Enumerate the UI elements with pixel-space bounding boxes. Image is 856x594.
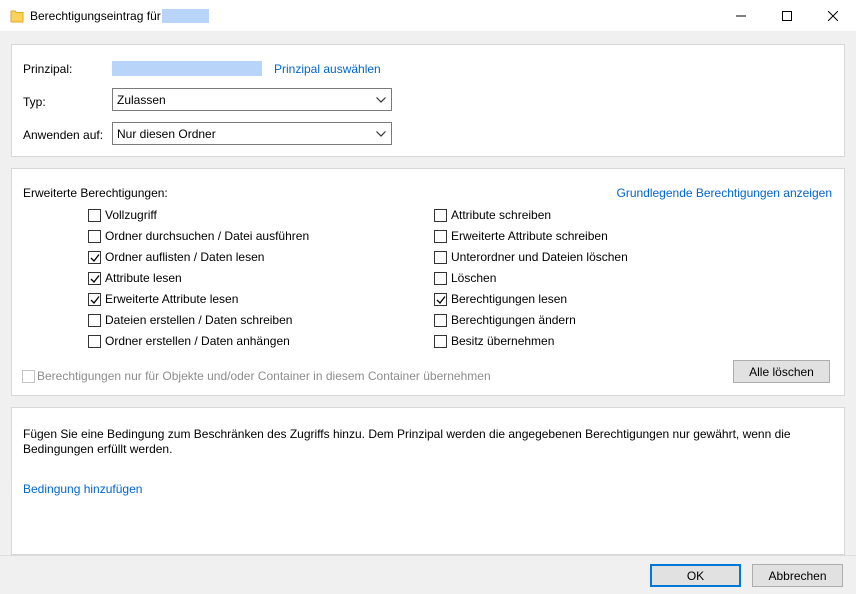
permission-checkbox-left-3[interactable] [88, 251, 101, 264]
permission-checkbox-right-2[interactable] [434, 230, 447, 243]
close-icon [828, 11, 838, 21]
dialog-client-area: Prinzipal: Prinzipal auswählen Typ: Zula… [0, 32, 856, 594]
permission-checkbox-left-2[interactable] [88, 230, 101, 243]
add-condition-link[interactable]: Bedingung hinzufügen [23, 482, 142, 496]
apply-to-dropdown[interactable]: Nur diesen Ordner [112, 122, 392, 145]
principal-label: Prinzipal: [23, 62, 73, 76]
conditions-panel: Fügen Sie eine Bedingung zum Beschränken… [11, 407, 845, 555]
permission-label-left-7: Ordner erstellen / Daten anhängen [105, 334, 290, 348]
inherit-checkbox[interactable] [22, 370, 35, 383]
footer-separator [0, 555, 856, 556]
type-label: Typ: [23, 95, 46, 109]
maximize-icon [782, 11, 792, 21]
type-dropdown-value: Zulassen [117, 93, 166, 107]
checkmark-icon [436, 296, 446, 304]
ok-button[interactable]: OK [650, 564, 741, 587]
permission-label-left-6: Dateien erstellen / Daten schreiben [105, 313, 293, 327]
permission-checkbox-right-6[interactable] [434, 314, 447, 327]
select-principal-link[interactable]: Prinzipal auswählen [274, 62, 381, 76]
permission-checkbox-left-5[interactable] [88, 293, 101, 306]
minimize-button[interactable] [718, 0, 764, 32]
permission-label-left-5: Erweiterte Attribute lesen [105, 292, 239, 306]
redacted-title-object [162, 9, 209, 23]
apply-to-label: Anwenden auf: [23, 128, 104, 142]
show-basic-permissions-link[interactable]: Grundlegende Berechtigungen anzeigen [616, 186, 832, 200]
chevron-down-icon [376, 131, 386, 137]
checkmark-icon [90, 296, 100, 304]
permission-label-right-3: Unterordner und Dateien löschen [451, 250, 628, 264]
permission-checkbox-left-7[interactable] [88, 335, 101, 348]
permission-checkbox-right-1[interactable] [434, 209, 447, 222]
cancel-button[interactable]: Abbrechen [752, 564, 843, 587]
principal-panel: Prinzipal: Prinzipal auswählen Typ: Zula… [11, 44, 845, 157]
permission-label-left-4: Attribute lesen [105, 271, 182, 285]
permission-label-left-1: Vollzugriff [105, 208, 157, 222]
inherit-checkbox-label: Berechtigungen nur für Objekte und/oder … [37, 369, 491, 383]
permission-checkbox-right-7[interactable] [434, 335, 447, 348]
permission-label-right-7: Besitz übernehmen [451, 334, 555, 348]
advanced-permissions-panel: Erweiterte Berechtigungen: Grundlegende … [11, 168, 845, 396]
permission-checkbox-left-6[interactable] [88, 314, 101, 327]
permission-label-right-5: Berechtigungen lesen [451, 292, 568, 306]
permission-label-right-1: Attribute schreiben [451, 208, 552, 222]
minimize-icon [736, 15, 746, 17]
permission-label-right-4: Löschen [451, 271, 497, 285]
permission-label-right-2: Erweiterte Attribute schreiben [451, 229, 608, 243]
checkmark-icon [90, 275, 100, 283]
permission-checkbox-right-4[interactable] [434, 272, 447, 285]
apply-to-dropdown-value: Nur diesen Ordner [117, 127, 216, 141]
chevron-down-icon [376, 97, 386, 103]
advanced-permissions-heading: Erweiterte Berechtigungen: [23, 186, 168, 200]
permission-label-left-2: Ordner durchsuchen / Datei ausführen [105, 229, 310, 243]
close-button[interactable] [810, 0, 856, 32]
maximize-button[interactable] [764, 0, 810, 32]
window-title: Berechtigungseintrag für [30, 9, 161, 23]
clear-all-button[interactable]: Alle löschen [733, 360, 830, 383]
conditions-description: Fügen Sie eine Bedingung zum Beschränken… [23, 427, 791, 456]
permission-label-left-3: Ordner auflisten / Daten lesen [105, 250, 265, 264]
permission-checkbox-left-1[interactable] [88, 209, 101, 222]
checkmark-icon [90, 254, 100, 262]
permission-checkbox-left-4[interactable] [88, 272, 101, 285]
folder-icon [10, 8, 24, 24]
type-dropdown[interactable]: Zulassen [112, 88, 392, 111]
permission-label-right-6: Berechtigungen ändern [451, 313, 576, 327]
permission-checkbox-right-5[interactable] [434, 293, 447, 306]
permission-checkbox-right-3[interactable] [434, 251, 447, 264]
redacted-principal-name [112, 61, 262, 76]
title-bar[interactable]: Berechtigungseintrag für [0, 0, 856, 32]
